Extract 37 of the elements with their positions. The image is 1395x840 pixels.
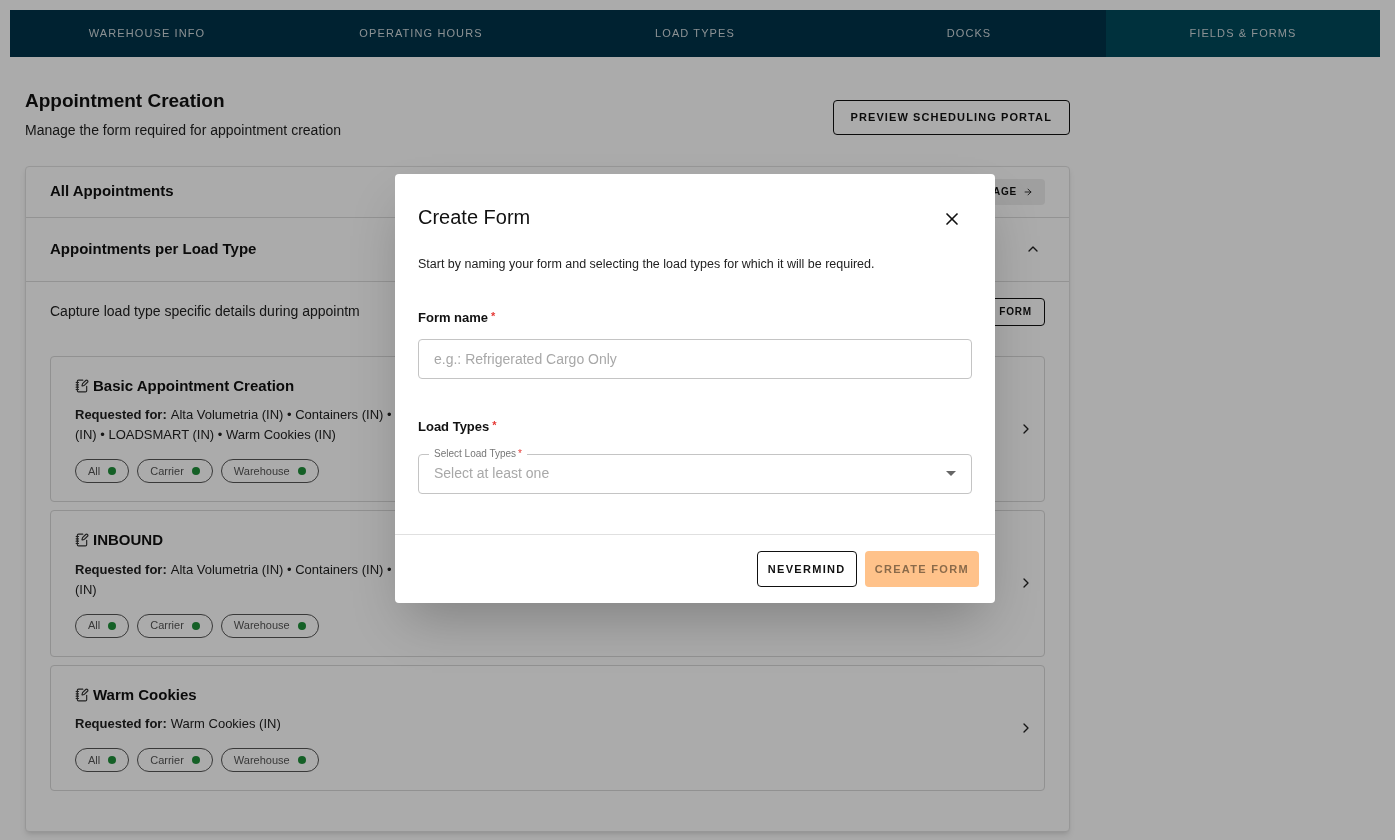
form-title: Warm Cookies (93, 684, 197, 705)
dropdown-caret-icon (946, 471, 956, 477)
requested-label: Requested for: (75, 715, 167, 733)
section-title: Appointments per Load Type (50, 238, 257, 259)
form-icon (75, 687, 89, 702)
section-description: Capture load type specific details during appointm (50, 302, 360, 321)
form-name-field[interactable]: e.g.: Refrigerated Cargo Only (418, 339, 972, 380)
form-title: INBOUND (93, 530, 163, 550)
field-label: Load Types (418, 418, 490, 437)
dialog-title: Create Form (418, 205, 531, 230)
form-card[interactable]: Warm Cookies Requested for: Warm Cookies (IN) All Carrier Warehouse (50, 664, 1045, 791)
nav-tab[interactable]: OPERATING HOURS (284, 10, 558, 57)
requested-load-types: Alta Volumetria (IN) • Containers (IN) • (170, 406, 392, 424)
nav-tab[interactable]: DOCKS (832, 10, 1106, 57)
nav-tab[interactable]: WAREHOUSE INFO (10, 10, 284, 57)
requested-label: Requested for: (75, 560, 167, 579)
nav-tab[interactable]: LOAD TYPES (558, 10, 832, 57)
requested-label: Requested for: (75, 406, 167, 424)
select-placeholder: Select at least one (434, 464, 550, 484)
requested-load-types: Alta Volumetria (IN) • Containers (IN) • (170, 560, 392, 579)
form-icon (75, 533, 89, 548)
form-title: Basic Appointment Creation (93, 375, 295, 396)
section-title: All Appointments (50, 181, 174, 202)
requested-load-types: (IN) • LOADSMART (IN) • Warm Cookies (IN) (75, 426, 336, 444)
page-subtitle: Manage the form required for appointment creation (25, 120, 341, 140)
nav-tab[interactable]: FIELDS & FORMS (1106, 10, 1380, 57)
field-label: Form name (418, 308, 489, 327)
requested-load-types: (IN) (75, 580, 97, 599)
requested-load-types: Warm Cookies (IN) (170, 715, 281, 733)
page-title: Appointment Creation (25, 89, 226, 113)
cancel-button[interactable]: NEVERMIND (756, 550, 857, 587)
dialog-description: Start by naming your form and selecting the load types for which it will be required. (418, 256, 876, 273)
arrow-right-icon (1023, 186, 1033, 197)
form-icon (75, 378, 89, 393)
required-asterisk: * (492, 418, 497, 434)
preview-portal-button[interactable]: PREVIEW SCHEDULING PORTAL (832, 100, 1070, 135)
required-asterisk: * (491, 308, 496, 324)
